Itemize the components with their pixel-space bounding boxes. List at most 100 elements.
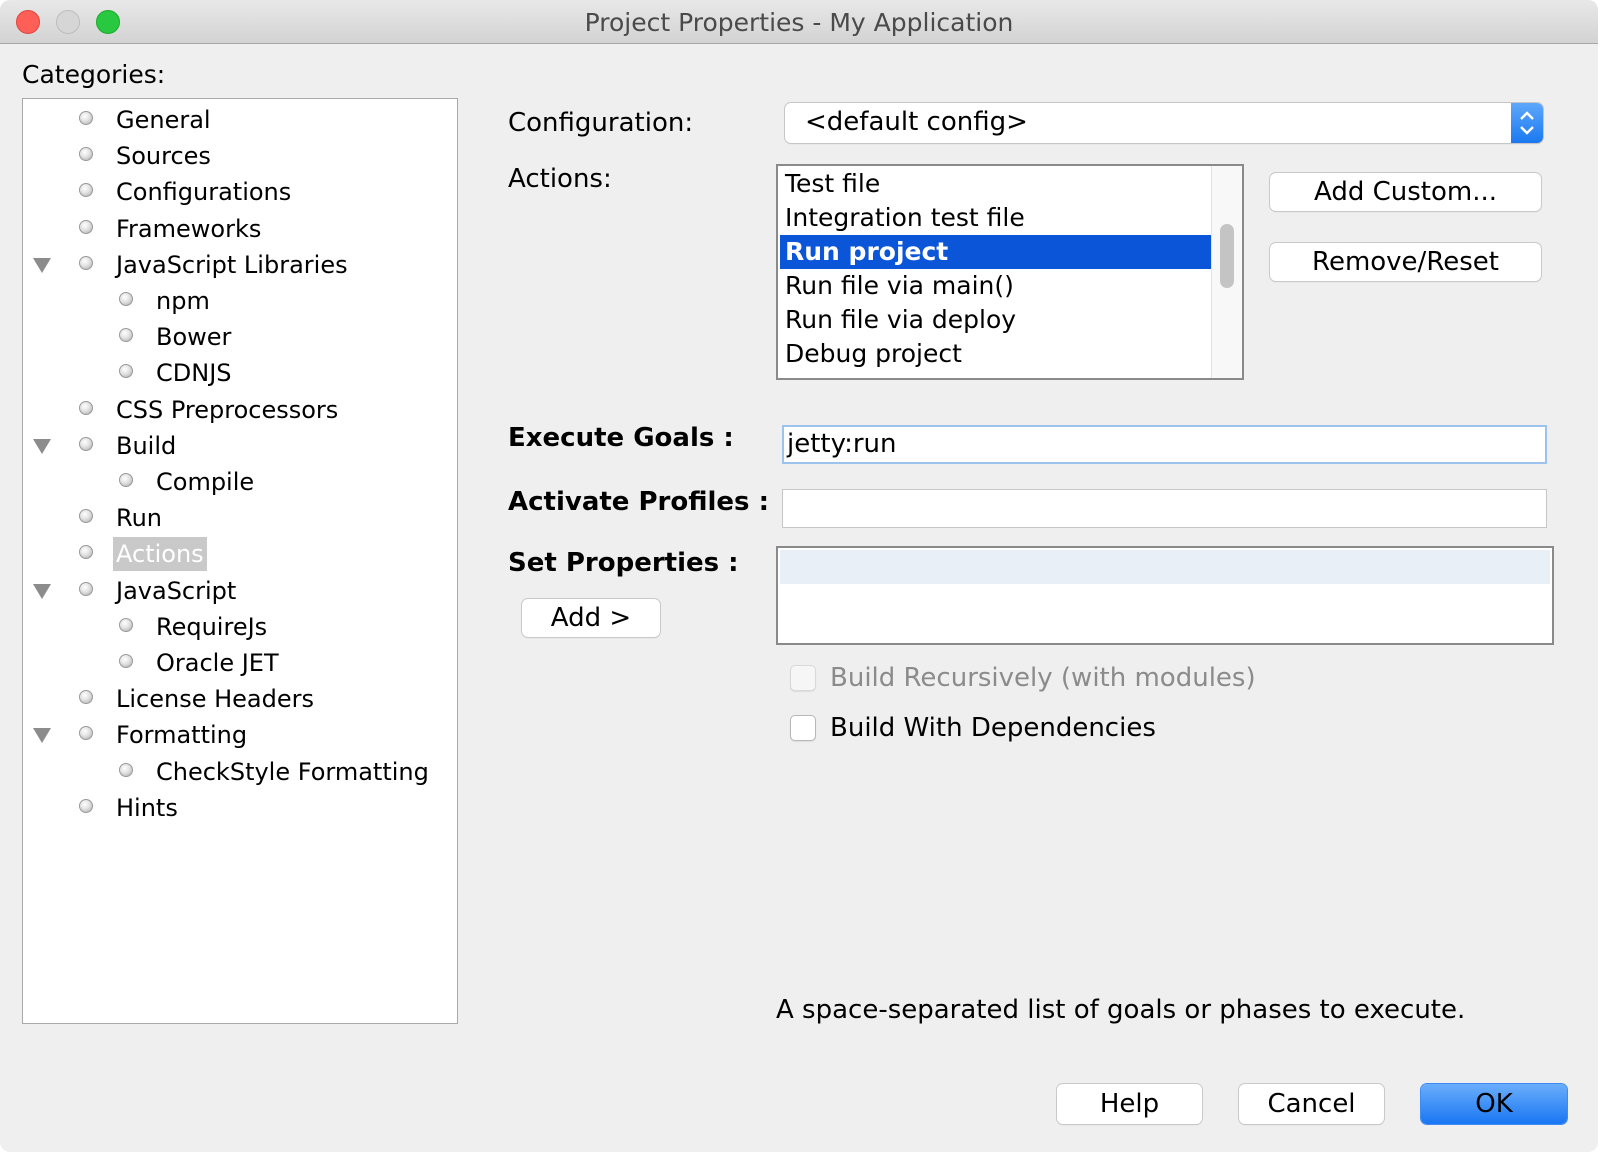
node-bullet-icon: [79, 690, 93, 705]
build-with-dependencies-checkbox[interactable]: Build With Dependencies: [790, 713, 1156, 743]
expanded-triangle-icon[interactable]: [33, 728, 51, 744]
node-bullet-icon: [119, 617, 133, 632]
actions-list[interactable]: Debug project Run file via deploy Run file…: [776, 164, 1244, 380]
node-bullet-icon: [79, 147, 93, 162]
node-bullet-icon: [79, 798, 93, 813]
node-bullet-icon: [119, 292, 133, 306]
node-bullet-icon: [119, 328, 133, 343]
configuration-label: Configuration:: [508, 108, 694, 138]
tree-item-actions[interactable]: Actions: [23, 537, 453, 572]
activate-profiles-input[interactable]: [782, 489, 1547, 528]
action-list-item[interactable]: Test file: [780, 167, 1212, 201]
tree-item-label: Hints: [116, 793, 178, 822]
tree-item-label: JavaScript Libraries: [116, 250, 348, 279]
tree-item-label: npm: [156, 287, 210, 315]
remove-reset-button[interactable]: Remove/Reset: [1270, 243, 1541, 281]
add-property-button[interactable]: Add >: [522, 599, 660, 637]
actions-label: Actions:: [508, 164, 612, 194]
node-bullet-icon: [119, 654, 133, 668]
tree-item-javascript-libraries[interactable]: JavaScript Libraries: [23, 248, 453, 282]
scrollbar-thumb[interactable]: [1220, 224, 1234, 288]
tree-item-frameworks[interactable]: Frameworks: [23, 212, 453, 246]
tree-item-label: Compile: [156, 468, 255, 496]
execute-goals-hint: A space-separated list of goals or phase…: [776, 995, 1466, 1025]
node-bullet-icon: [119, 364, 133, 379]
action-list-item[interactable]: Run file via main(): [780, 269, 1212, 303]
tree-item-label: Formatting: [116, 721, 248, 750]
tree-item-label: Frameworks: [116, 214, 262, 243]
configuration-select-value: <default config>: [805, 107, 1028, 137]
tree-item-bower[interactable]: Bower: [23, 320, 453, 354]
categories-tree[interactable]: General Sources Configurations Frameworks Ja…: [22, 98, 458, 1024]
tree-item-build[interactable]: Build: [23, 429, 453, 463]
tree-item-label: RequireJs: [156, 612, 268, 641]
tree-item-label: CSS Preprocessors: [116, 395, 339, 424]
tree-item-label: Bower: [156, 323, 232, 352]
node-bullet-icon: [79, 436, 93, 451]
tree-item-oracle-jet[interactable]: Oracle JET: [23, 646, 453, 680]
node-bullet-icon: [79, 219, 93, 234]
tree-item-css-preprocessors[interactable]: CSS Preprocessors: [23, 393, 453, 427]
node-bullet-icon: [79, 545, 93, 560]
tree-item-npm[interactable]: npm: [23, 284, 453, 318]
node-bullet-icon: [79, 400, 93, 415]
tree-item-run[interactable]: Run: [23, 501, 453, 535]
expanded-triangle-icon[interactable]: [33, 257, 51, 273]
properties-table[interactable]: [776, 546, 1554, 645]
add-custom-button[interactable]: Add Custom...: [1270, 173, 1541, 211]
build-with-dependencies-checkbox-box[interactable]: [790, 715, 816, 741]
tree-item-label: Run: [116, 504, 163, 533]
node-bullet-icon: [79, 183, 93, 198]
activate-profiles-label: Activate Profiles :: [508, 487, 769, 517]
tree-item-general[interactable]: General: [23, 103, 453, 137]
title-bar[interactable]: Project Properties - My Application: [0, 0, 1598, 44]
node-bullet-icon: [119, 473, 133, 487]
cancel-button[interactable]: Cancel: [1239, 1084, 1384, 1124]
build-recursively-checkbox-box: [790, 665, 816, 691]
tree-item-sources[interactable]: Sources: [23, 139, 453, 173]
build-with-dependencies-label: Build With Dependencies: [830, 713, 1156, 743]
tree-item-label: Sources: [116, 142, 211, 171]
node-bullet-icon: [79, 581, 93, 596]
tree-item-hints[interactable]: Hints: [23, 791, 453, 825]
action-list-item[interactable]: Integration test file: [780, 201, 1212, 235]
up-down-chevron-icon[interactable]: [1511, 103, 1543, 143]
configuration-select[interactable]: <default config>: [785, 103, 1543, 143]
window-title: Project Properties - My Application: [584, 8, 1014, 37]
node-bullet-icon: [79, 509, 93, 524]
project-properties-dialog: Project Properties - My Application Cate…: [0, 0, 1598, 1152]
tree-item-label: Configurations: [116, 178, 292, 207]
execute-goals-input[interactable]: jetty:run: [782, 425, 1547, 464]
build-recursively-label: Build Recursively (with modules): [830, 663, 1256, 693]
ok-button[interactable]: OK: [1421, 1084, 1567, 1124]
actions-list-scrollbar[interactable]: [1211, 166, 1242, 378]
tree-item-label: Oracle JET: [156, 649, 279, 677]
tree-item-label: CheckStyle Formatting: [156, 757, 429, 786]
tree-item-configurations[interactable]: Configurations: [23, 175, 453, 209]
action-list-item[interactable]: Run file via deploy: [780, 303, 1212, 337]
node-bullet-icon: [79, 255, 93, 270]
set-properties-label: Set Properties :: [508, 548, 739, 578]
tree-item-license-headers[interactable]: License Headers: [23, 682, 453, 716]
node-bullet-icon: [79, 111, 93, 125]
properties-table-row[interactable]: [780, 550, 1550, 584]
tree-item-label: Build: [116, 431, 177, 460]
tree-item-compile[interactable]: Compile: [23, 465, 453, 499]
node-bullet-icon: [119, 762, 133, 777]
expanded-triangle-icon[interactable]: [33, 583, 51, 599]
tree-item-label: CDNJS: [156, 359, 232, 388]
tree-item-checkstyle-formatting[interactable]: CheckStyle Formatting: [23, 755, 453, 789]
tree-item-javascript[interactable]: JavaScript: [23, 574, 453, 608]
tree-item-requirejs[interactable]: RequireJs: [23, 610, 453, 644]
help-button[interactable]: Help: [1057, 1084, 1202, 1124]
tree-item-cdnjs[interactable]: CDNJS: [23, 356, 453, 390]
action-list-item[interactable]: Debug project: [780, 337, 1212, 371]
tree-item-label: General: [116, 106, 211, 134]
action-list-item[interactable]: Run project: [780, 235, 1212, 269]
tree-item-label: JavaScript: [116, 576, 237, 605]
expanded-triangle-icon[interactable]: [33, 438, 51, 454]
tree-item-label: Actions: [113, 537, 207, 572]
tree-item-formatting[interactable]: Formatting: [23, 718, 453, 752]
tree-item-label: License Headers: [116, 685, 314, 714]
build-recursively-checkbox: Build Recursively (with modules): [790, 663, 1256, 693]
